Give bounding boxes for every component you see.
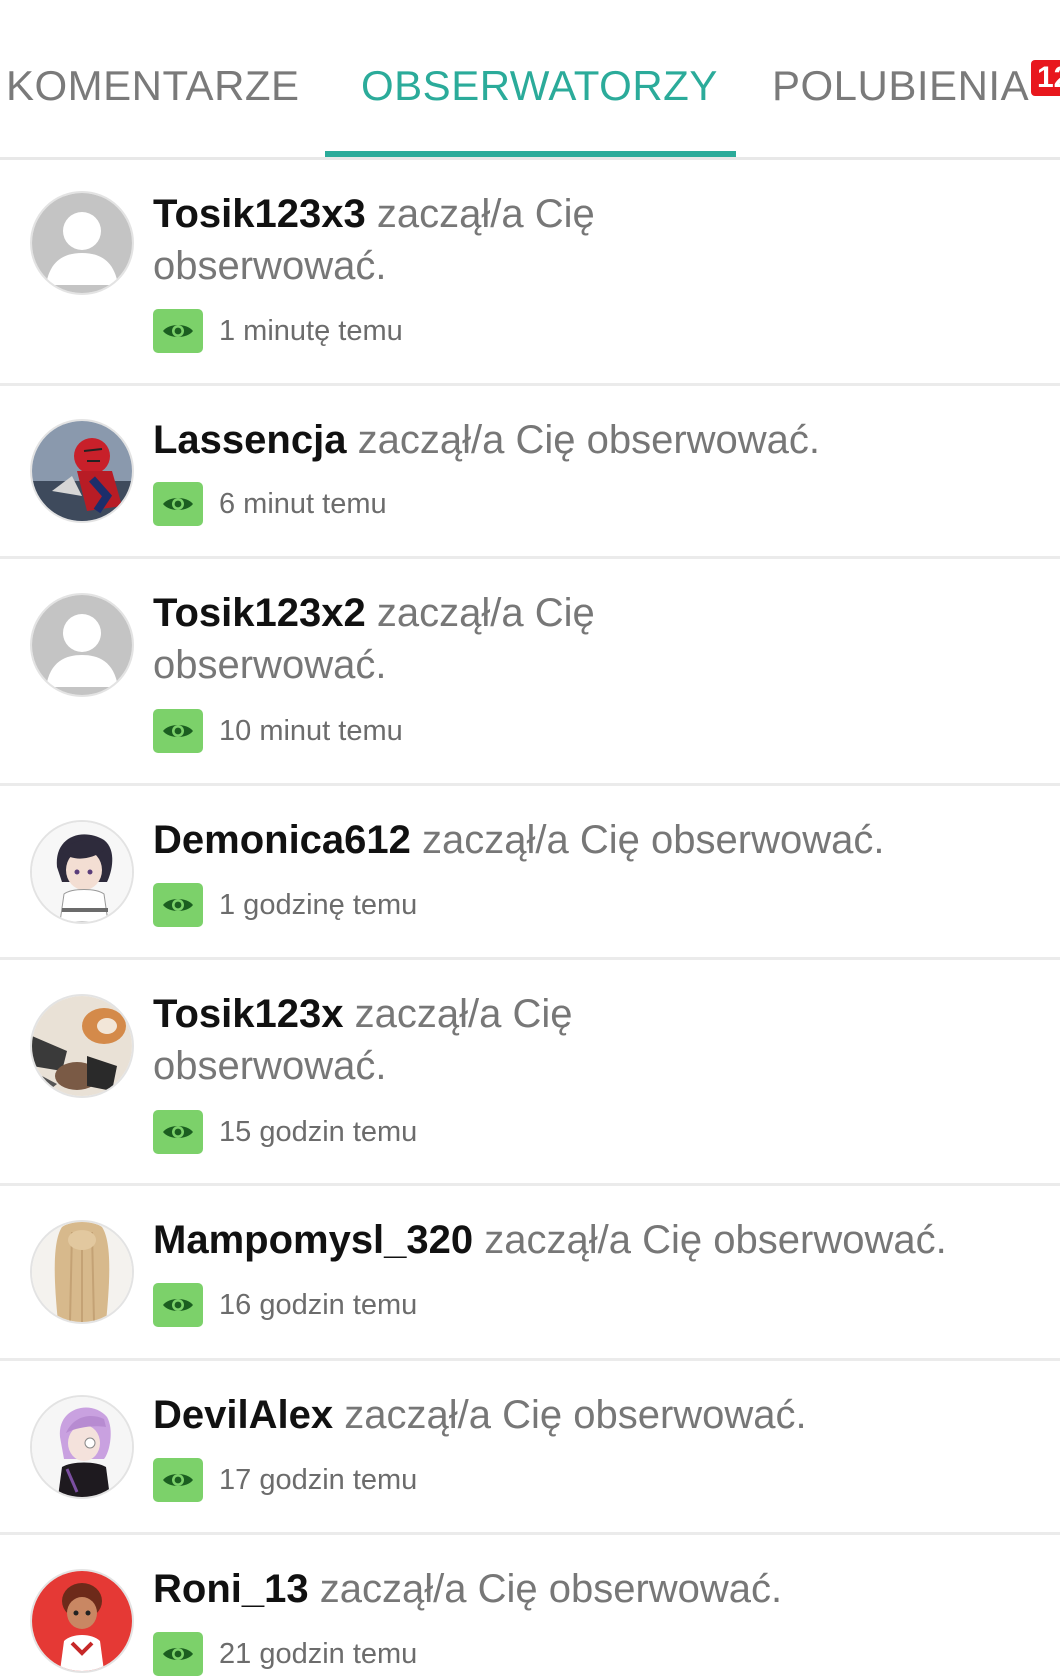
username-link[interactable]: DevilAlex: [153, 1393, 333, 1437]
notification-text: Tosik123x3 zaczął/a Cię obserwować.: [153, 192, 595, 288]
timestamp: 1 minutę temu: [219, 314, 403, 347]
avatar[interactable]: [30, 593, 134, 697]
username-link[interactable]: Mampomysl_320: [153, 1218, 473, 1262]
avatar[interactable]: [30, 1569, 134, 1673]
eye-icon: [153, 482, 203, 526]
notification-meta: 10 minut temu: [153, 709, 403, 753]
timestamp: 6 minut temu: [219, 487, 387, 520]
eye-icon: [153, 309, 203, 353]
tab-komentarze[interactable]: KOMENTARZE: [6, 62, 300, 110]
notification-meta: 21 godzin temu: [153, 1632, 417, 1676]
eye-icon: [153, 709, 203, 753]
notification-text: Tosik123x zaczął/a Cię obserwować.: [153, 992, 573, 1088]
timestamp: 15 godzin temu: [219, 1115, 418, 1148]
notification-item[interactable]: DevilAlex zaczął/a Cię obserwować. 17 go…: [0, 1361, 1060, 1535]
timestamp: 1 godzinę temu: [219, 888, 418, 921]
notification-text: DevilAlex zaczął/a Cię obserwować.: [153, 1393, 807, 1437]
notification-text: Roni_13 zaczął/a Cię obserwować.: [153, 1567, 783, 1611]
notification-text: Demonica612 zaczął/a Cię obserwować.: [153, 818, 885, 862]
tab-polubienia[interactable]: POLUBIENIA: [772, 62, 1029, 110]
username-link[interactable]: Tosik123x3: [153, 192, 366, 236]
avatar[interactable]: [30, 994, 134, 1098]
notification-meta: 17 godzin temu: [153, 1458, 417, 1502]
timestamp: 16 godzin temu: [219, 1288, 418, 1321]
timestamp: 17 godzin temu: [219, 1463, 418, 1496]
avatar[interactable]: [30, 1220, 134, 1324]
avatar[interactable]: [30, 191, 134, 295]
eye-icon: [153, 1458, 203, 1502]
timestamp: 10 minut temu: [219, 714, 403, 747]
tab-obserwatorzy[interactable]: OBSERWATORZY: [361, 62, 718, 110]
notification-text: Tosik123x2 zaczął/a Cię obserwować.: [153, 591, 595, 687]
notification-item[interactable]: Mampomysl_320 zaczął/a Cię obserwować. 1…: [0, 1186, 1060, 1361]
notification-meta: 16 godzin temu: [153, 1283, 417, 1327]
avatar[interactable]: [30, 1395, 134, 1499]
notification-item[interactable]: Tosik123x2 zaczął/a Cię obserwować. 10 m…: [0, 559, 1060, 786]
eye-icon: [153, 883, 203, 927]
notification-count-badge: 12: [1031, 60, 1060, 96]
username-link[interactable]: Tosik123x: [153, 992, 344, 1036]
notification-item[interactable]: Tosik123x zaczął/a Cię obserwować. 15 go…: [0, 960, 1060, 1186]
username-link[interactable]: Roni_13: [153, 1567, 309, 1611]
username-link[interactable]: Tosik123x2: [153, 591, 366, 635]
notification-meta: 1 godzinę temu: [153, 883, 417, 927]
notification-item[interactable]: Lassencja zaczął/a Cię obserwować. 6 min…: [0, 386, 1060, 559]
notification-meta: 1 minutę temu: [153, 309, 403, 353]
notification-item[interactable]: Tosik123x3 zaczął/a Cię obserwować. 1 mi…: [0, 160, 1060, 386]
tab-bar: KOMENTARZE OBSERWATORZY POLUBIENIA 12: [0, 0, 1060, 160]
notification-meta: 15 godzin temu: [153, 1110, 417, 1154]
username-link[interactable]: Lassencja: [153, 418, 346, 462]
eye-icon: [153, 1110, 203, 1154]
timestamp: 21 godzin temu: [219, 1637, 418, 1670]
notification-item[interactable]: Demonica612 zaczął/a Cię obserwować. 1 g…: [0, 786, 1060, 960]
notification-text: Mampomysl_320 zaczął/a Cię obserwować.: [153, 1218, 947, 1262]
eye-icon: [153, 1632, 203, 1676]
eye-icon: [153, 1283, 203, 1327]
notification-item[interactable]: Roni_13 zaczął/a Cię obserwować. 21 godz…: [0, 1535, 1060, 1676]
avatar[interactable]: [30, 419, 134, 523]
avatar[interactable]: [30, 820, 134, 924]
notification-text: Lassencja zaczął/a Cię obserwować.: [153, 418, 821, 462]
username-link[interactable]: Demonica612: [153, 818, 411, 862]
notification-meta: 6 minut temu: [153, 482, 387, 526]
